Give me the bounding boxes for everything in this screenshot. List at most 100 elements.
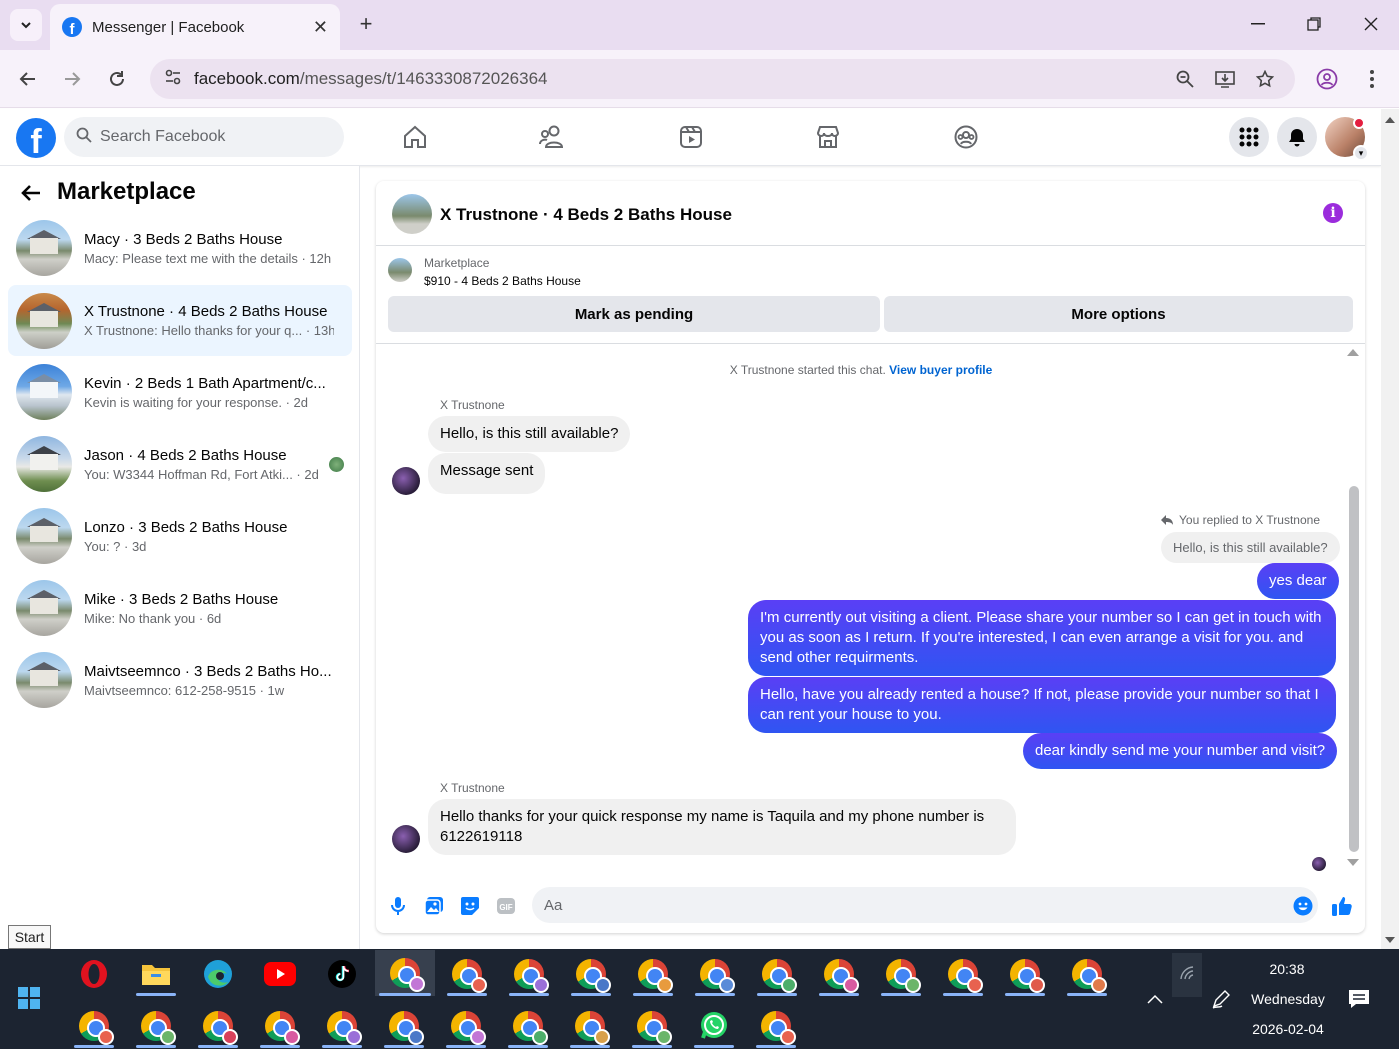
facebook-search-input[interactable]: Search Facebook <box>64 117 344 157</box>
chrome-profile-taskbar-icon[interactable] <box>256 1004 304 1048</box>
file-explorer-icon[interactable] <box>132 952 180 996</box>
restore-icon[interactable] <box>1294 8 1334 40</box>
quoted-message[interactable]: Hello, is this still available? <box>1161 532 1340 563</box>
chat-listing-avatar[interactable] <box>392 194 432 234</box>
clock-day[interactable]: Wednesday <box>1240 991 1336 1007</box>
mark-as-pending-button[interactable]: Mark as pending <box>388 296 880 332</box>
chat-scrollbar-thumb[interactable] <box>1349 486 1359 852</box>
outgoing-message[interactable]: yes dear <box>1257 563 1339 599</box>
conversation-item[interactable]: Jason · 4 Beds 2 Baths House You: W3344 H… <box>8 432 352 496</box>
site-settings-icon[interactable] <box>164 68 182 91</box>
outgoing-message[interactable]: dear kindly send me your number and visi… <box>1023 733 1338 769</box>
chrome-profile-taskbar-icon[interactable] <box>691 952 739 996</box>
friends-icon[interactable] <box>529 121 577 153</box>
outgoing-message[interactable]: Hello, have you already rented a house? … <box>748 677 1336 733</box>
notifications-bell-icon[interactable] <box>1277 117 1317 157</box>
conversation-item[interactable]: Mike · 3 Beds 2 Baths House Mike: No than… <box>8 576 352 640</box>
scroll-up-arrow-icon[interactable] <box>1347 349 1359 356</box>
listing-mini-thumbnail[interactable] <box>388 258 412 282</box>
chrome-profile-taskbar-icon[interactable] <box>815 952 863 996</box>
conversation-item-active[interactable]: X Trustnone · 4 Beds 2 Baths House X Trus… <box>8 285 352 356</box>
reload-icon[interactable] <box>100 62 134 96</box>
page-scroll-up-icon[interactable] <box>1385 117 1395 123</box>
chrome-profile-taskbar-icon[interactable] <box>752 1004 800 1048</box>
pen-icon[interactable] <box>1211 987 1233 1014</box>
back-icon[interactable] <box>11 62 45 96</box>
menu-grid-icon[interactable] <box>1229 117 1269 157</box>
sender-avatar[interactable] <box>392 825 420 853</box>
chrome-profile-taskbar-icon[interactable] <box>504 1004 552 1048</box>
conversation-item[interactable]: Maivtseemnco · 3 Beds 2 Baths Ho... Maivt… <box>8 648 352 712</box>
chrome-menu-icon[interactable] <box>1359 66 1385 92</box>
sticker-icon[interactable] <box>458 894 482 918</box>
tab-search-chevron-icon[interactable] <box>10 9 42 41</box>
chrome-profile-taskbar-icon[interactable] <box>443 952 491 996</box>
zoom-icon[interactable] <box>1172 66 1198 92</box>
microphone-icon[interactable] <box>386 894 410 918</box>
youtube-icon[interactable] <box>256 952 304 996</box>
chrome-profile-taskbar-icon[interactable] <box>375 950 435 996</box>
new-tab-plus-icon[interactable]: + <box>352 10 380 38</box>
gif-icon[interactable]: GIF <box>494 894 518 918</box>
conversation-item[interactable]: Lonzo · 3 Beds 2 Baths House You: ? · 3d <box>8 504 352 568</box>
chrome-profile-taskbar-icon[interactable] <box>132 1004 180 1048</box>
browser-tab[interactable]: f Messenger | Facebook ✕ <box>50 4 340 50</box>
address-bar[interactable]: facebook.com/messages/t/1463330872026364 <box>150 59 1295 99</box>
message-input[interactable]: Aa <box>532 887 1318 923</box>
chrome-profile-taskbar-icon[interactable] <box>567 952 615 996</box>
photo-icon[interactable] <box>422 894 446 918</box>
chat-title[interactable]: X Trustnone · 4 Beds 2 Baths House <box>440 205 732 225</box>
edge-icon[interactable] <box>194 952 242 996</box>
close-tab-icon[interactable]: ✕ <box>313 17 328 38</box>
tiktok-icon[interactable] <box>318 952 366 996</box>
chrome-profile-taskbar-icon[interactable] <box>194 1004 242 1048</box>
incoming-message[interactable]: Message sent <box>428 453 546 494</box>
chrome-profile-taskbar-icon[interactable] <box>505 952 553 996</box>
conversation-item[interactable]: Macy · 3 Beds 2 Baths House Macy: Please … <box>8 216 352 280</box>
chrome-profile-taskbar-icon[interactable] <box>628 1004 676 1048</box>
chrome-profile-taskbar-icon[interactable] <box>442 1004 490 1048</box>
page-scroll-down-icon[interactable] <box>1385 937 1395 943</box>
bookmark-star-icon[interactable] <box>1252 66 1278 92</box>
account-avatar[interactable]: ▾ <box>1325 117 1369 161</box>
groups-icon[interactable] <box>942 121 990 153</box>
forward-icon[interactable] <box>55 62 89 96</box>
chrome-profile-taskbar-icon[interactable] <box>753 952 801 996</box>
video-icon[interactable] <box>667 121 715 153</box>
profile-icon[interactable] <box>1314 66 1340 92</box>
outgoing-message[interactable]: I'm currently out visiting a client. Ple… <box>748 600 1336 676</box>
chrome-profile-taskbar-icon[interactable] <box>318 1004 366 1048</box>
chevron-up-icon[interactable] <box>1147 991 1163 1009</box>
facebook-logo-icon[interactable]: f <box>16 118 56 158</box>
clock-time[interactable]: 20:38 <box>1252 961 1322 977</box>
sender-avatar[interactable] <box>392 467 420 495</box>
incoming-message[interactable]: Hello thanks for your quick response my … <box>428 799 1016 855</box>
opera-icon[interactable] <box>70 952 118 996</box>
home-icon[interactable] <box>391 121 439 153</box>
conversation-item[interactable]: Kevin · 2 Beds 1 Bath Apartment/c... Kevi… <box>8 360 352 424</box>
more-options-button[interactable]: More options <box>884 296 1353 332</box>
incoming-message[interactable]: Hello, is this still available? <box>428 416 631 452</box>
chrome-profile-taskbar-icon[interactable] <box>877 952 925 996</box>
chrome-profile-taskbar-icon[interactable] <box>380 1004 428 1048</box>
info-icon[interactable]: i <box>1323 203 1343 223</box>
close-window-icon[interactable] <box>1351 8 1391 40</box>
notification-center-icon[interactable] <box>1348 989 1370 1014</box>
page-scrollbar[interactable] <box>1381 109 1399 949</box>
listing-title[interactable]: $910 - 4 Beds 2 Baths House <box>424 274 581 288</box>
chrome-profile-taskbar-icon[interactable] <box>629 952 677 996</box>
chrome-profile-taskbar-icon[interactable] <box>1001 952 1049 996</box>
view-buyer-profile-link[interactable]: View buyer profile <box>889 363 992 377</box>
chrome-profile-taskbar-icon[interactable] <box>1063 952 1111 996</box>
wifi-icon[interactable] <box>1179 965 1197 986</box>
minimize-icon[interactable] <box>1238 8 1278 40</box>
chrome-profile-taskbar-icon[interactable] <box>939 952 987 996</box>
thumbs-up-icon[interactable] <box>1330 894 1354 918</box>
scroll-down-arrow-icon[interactable] <box>1347 859 1359 866</box>
clock-date[interactable]: 2026-02-04 <box>1240 1021 1336 1037</box>
emoji-icon[interactable] <box>1291 894 1315 918</box>
whatsapp-icon[interactable] <box>690 1004 738 1048</box>
install-app-icon[interactable] <box>1212 66 1238 92</box>
marketplace-icon[interactable] <box>804 121 852 153</box>
chrome-profile-taskbar-icon[interactable] <box>70 1004 118 1048</box>
